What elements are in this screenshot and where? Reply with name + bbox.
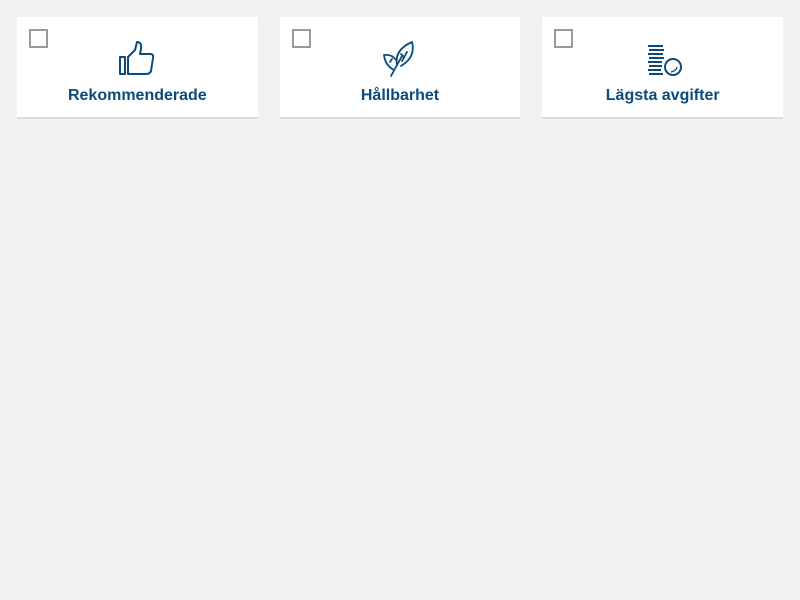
coins-icon	[643, 39, 683, 79]
sustainability-label: Hållbarhet	[360, 87, 440, 104]
leaf-icon	[380, 39, 420, 79]
filter-card-sustainability[interactable]: Hållbarhet	[279, 17, 521, 119]
recommended-checkbox[interactable]	[29, 29, 48, 48]
filter-card-recommended[interactable]: Rekommenderade	[17, 17, 258, 119]
lowest-fees-label: Lägsta avgifter	[605, 87, 720, 104]
filter-cards: Rekommenderade Hållbarhet Lägsta avgifte…	[17, 17, 784, 119]
thumbs-up-icon	[117, 39, 157, 79]
filter-card-lowest-fees[interactable]: Lägsta avgifter	[542, 17, 784, 119]
sustainability-checkbox[interactable]	[291, 29, 311, 48]
lowest-fees-checkbox[interactable]	[554, 29, 574, 48]
recommended-label: Rekommenderade	[67, 87, 207, 104]
